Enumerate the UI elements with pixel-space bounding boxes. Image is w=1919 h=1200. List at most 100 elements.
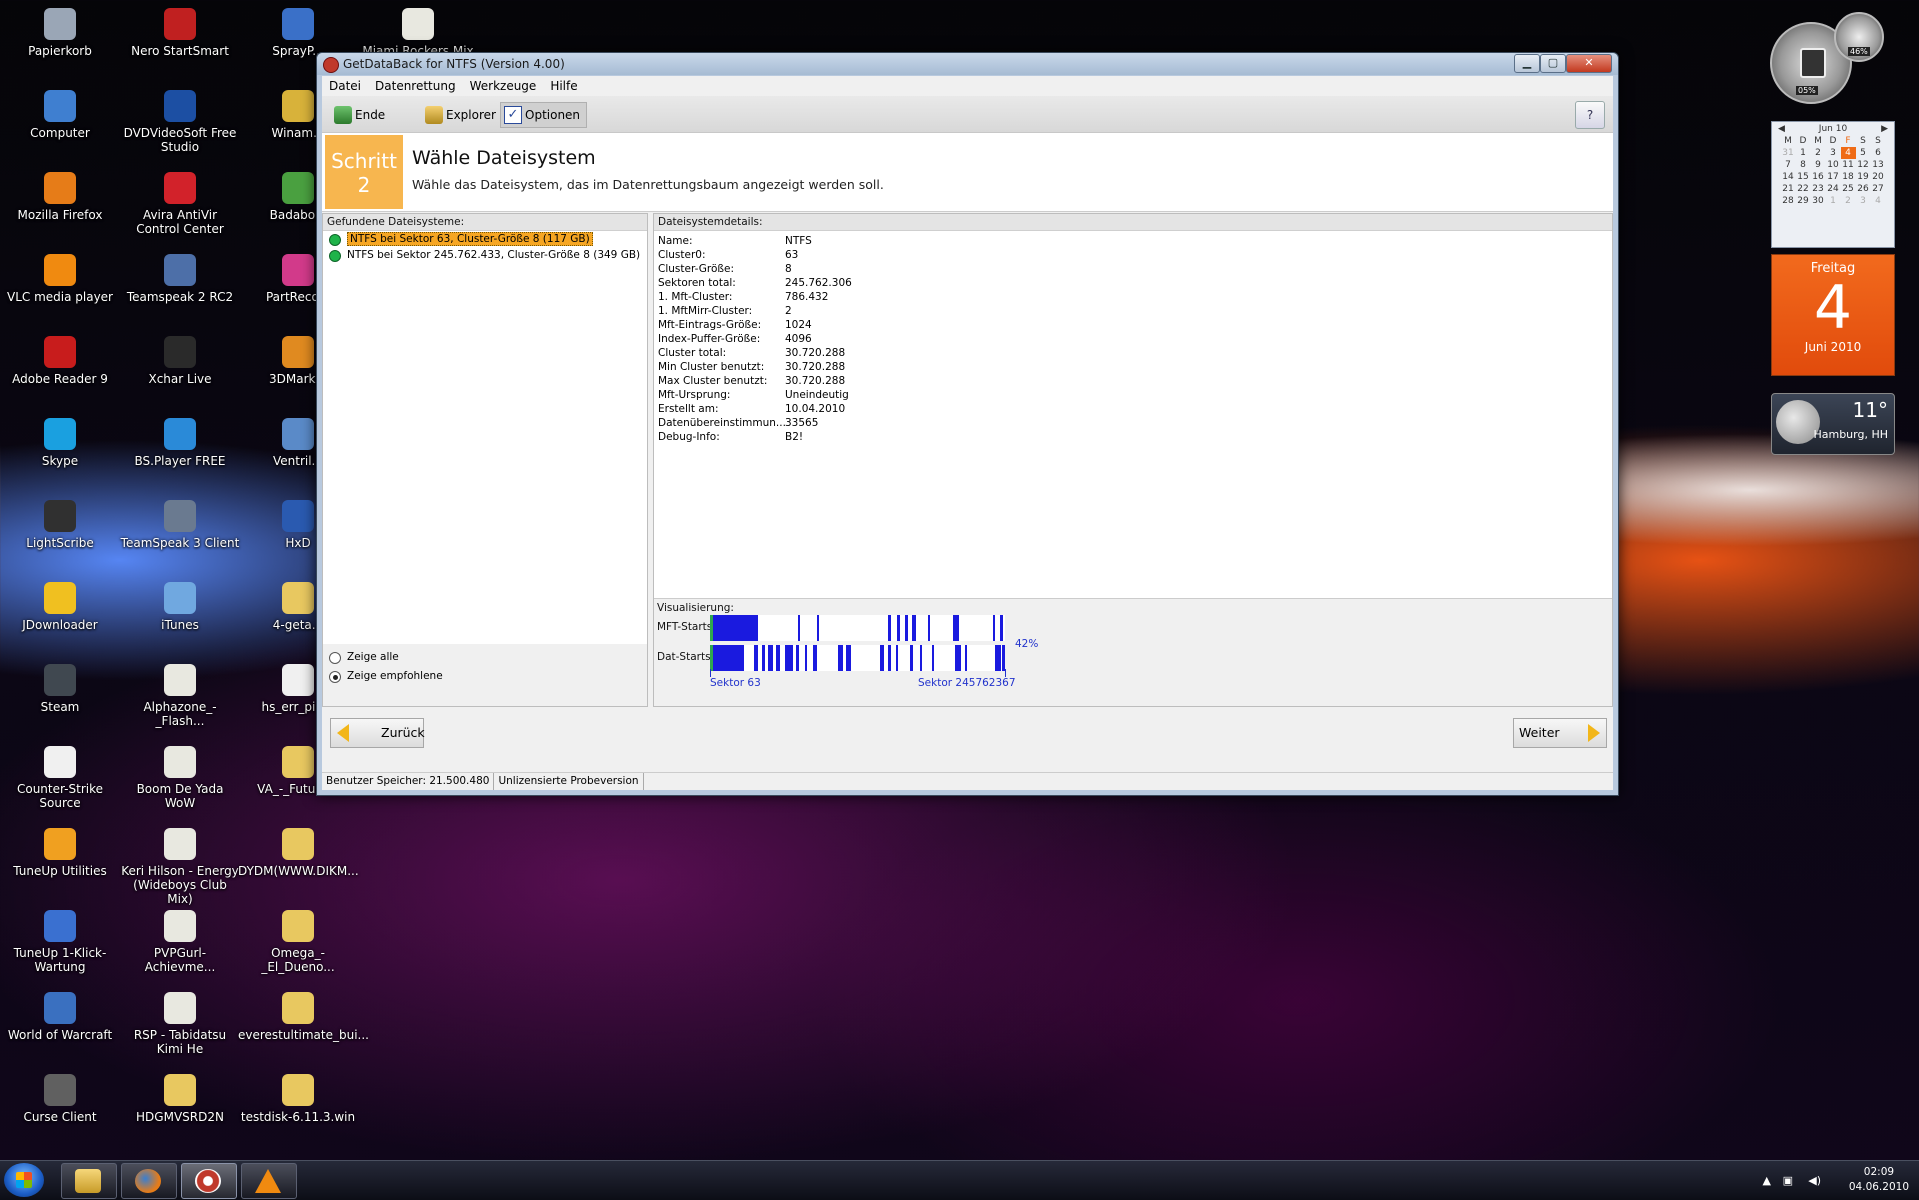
calendar-day[interactable]: 18 [1841,171,1856,183]
calendar-day[interactable]: 2 [1841,195,1856,207]
title-bar[interactable]: GetDataBack for NTFS (Version 4.00) ▁ ▢ … [317,53,1618,75]
desktop-icon[interactable]: SprayP... [238,4,358,58]
desktop-icon[interactable]: Curse Client [0,1070,120,1124]
taskbar-vlc[interactable] [241,1163,297,1199]
calendar-day[interactable]: 17 [1826,171,1841,183]
show-recommended-radio[interactable]: Zeige empfohlene [323,667,647,686]
calendar-day[interactable]: 20 [1871,171,1886,183]
calendar-day[interactable]: 14 [1781,171,1796,183]
desktop-icon[interactable]: Mozilla Firefox [0,168,120,222]
desktop-icon[interactable]: Alphazone_-_Flash... [120,660,240,728]
calendar-day[interactable]: 24 [1826,183,1841,195]
calendar-day[interactable]: 11 [1841,159,1856,171]
desktop-icon[interactable]: DVDVideoSoft Free Studio [120,86,240,154]
filesystem-item[interactable]: NTFS bei Sektor 245.762.433, Cluster-Grö… [323,247,647,263]
desktop-icon[interactable]: HDGMVSRD2N [120,1070,240,1124]
taskbar-firefox[interactable] [121,1163,177,1199]
desktop-icon[interactable]: Steam [0,660,120,714]
show-all-radio[interactable]: Zeige alle [323,648,647,667]
menu-hilfe[interactable]: Hilfe [543,76,584,96]
next-month-icon[interactable]: ▶ [1881,124,1888,134]
calendar-day[interactable]: 13 [1871,159,1886,171]
network-icon[interactable]: ▣ [1783,1174,1793,1187]
volume-icon[interactable]: ◀) [1808,1174,1821,1187]
desktop-icon[interactable]: Avira AntiVir Control Center [120,168,240,236]
calendar-day[interactable]: 4 [1840,147,1856,159]
calendar-day[interactable]: 16 [1811,171,1826,183]
desktop-icon[interactable]: Papierkorb [0,4,120,58]
minimize-button[interactable]: ▁ [1514,54,1540,73]
exit-button[interactable]: Ende [330,102,392,128]
calendar-day[interactable]: 29 [1796,195,1811,207]
calendar-day[interactable]: 22 [1796,183,1811,195]
calendar-day[interactable]: 31 [1781,147,1796,159]
desktop-icon[interactable]: Keri Hilson - Energy (Wideboys Club Mix) [120,824,240,906]
calendar-day[interactable]: 19 [1856,171,1871,183]
calendar-day[interactable]: 1 [1796,147,1811,159]
desktop-icon[interactable]: Computer [0,86,120,140]
taskbar-explorer[interactable] [61,1163,117,1199]
calendar-day[interactable]: 21 [1781,183,1796,195]
desktop-icon[interactable]: DYDM(WWW.DIKM... [238,824,359,878]
desktop-icon[interactable]: TuneUp Utilities [0,824,120,878]
calendar-day[interactable]: 12 [1856,159,1871,171]
calendar-day[interactable]: 25 [1841,183,1856,195]
calendar-day[interactable]: 9 [1811,159,1826,171]
help-button[interactable]: ? [1575,101,1605,129]
desktop-icon[interactable]: World of Warcraft [0,988,120,1042]
desktop-icon[interactable]: Xchar Live [120,332,240,386]
desktop-icon[interactable]: VLC media player [0,250,120,304]
filesystem-item[interactable]: NTFS bei Sektor 63, Cluster-Größe 8 (117… [323,231,647,247]
back-button[interactable]: Zurück [330,718,425,748]
desktop-icon[interactable]: Counter-Strike Source [0,742,120,810]
calendar-day[interactable]: 15 [1796,171,1811,183]
calendar-day[interactable]: 28 [1781,195,1796,207]
options-button[interactable]: ✓ Optionen [500,102,588,128]
memory-meter-gadget[interactable]: 46% [1834,12,1884,62]
calendar-day[interactable]: 7 [1781,159,1796,171]
calendar-day[interactable]: 3 [1826,147,1841,159]
desktop-icon[interactable]: testdisk-6.11.3.win [238,1070,358,1124]
desktop-icon[interactable]: Teamspeak 2 RC2 [120,250,240,304]
desktop-icon[interactable]: PVPGurl-Achievme... [120,906,240,974]
desktop-icon[interactable]: TuneUp 1-Klick-Wartung [0,906,120,974]
taskbar-getdataback[interactable] [181,1163,237,1199]
calendar-day[interactable]: 5 [1856,147,1871,159]
desktop-icon[interactable]: Nero StartSmart [120,4,240,58]
calendar-day[interactable]: 2 [1811,147,1826,159]
prev-month-icon[interactable]: ◀ [1778,124,1785,134]
desktop-icon[interactable]: everestultimate_bui... [238,988,369,1042]
calendar-day[interactable]: 27 [1871,183,1886,195]
clock[interactable]: 02:09 04.06.2010 [1849,1165,1909,1195]
start-button[interactable] [4,1163,44,1197]
desktop-icon[interactable]: BS.Player FREE [120,414,240,468]
desktop-icon[interactable]: Skype [0,414,120,468]
calendar-day[interactable]: 3 [1856,195,1871,207]
calendar-day[interactable]: 6 [1871,147,1886,159]
desktop-icon[interactable]: Adobe Reader 9 [0,332,120,386]
calendar-day[interactable]: 1 [1826,195,1841,207]
desktop-icon[interactable]: TeamSpeak 3 Client [120,496,240,550]
menu-werkzeuge[interactable]: Werkzeuge [463,76,544,96]
next-button[interactable]: Weiter [1513,718,1607,748]
date-gadget[interactable]: Freitag 4 Juni 2010 [1771,254,1895,376]
calendar-day[interactable]: 4 [1871,195,1886,207]
menu-datei[interactable]: Datei [322,76,368,96]
calendar-day[interactable]: 26 [1856,183,1871,195]
calendar-gadget[interactable]: ◀ Jun 10 ▶ MDMDFSS 31 1 2 3 4 5 6 7 8 9 10 11 12 13 14 15… [1771,121,1895,248]
desktop-icon[interactable]: LightScribe [0,496,120,550]
desktop-icon[interactable]: Miami Rockers Mix [358,4,478,58]
calendar-day[interactable]: 30 [1811,195,1826,207]
tray-expand-icon[interactable]: ▲ [1763,1174,1771,1187]
desktop-icon[interactable]: Boom De Yada WoW [120,742,240,810]
calendar-day[interactable]: 8 [1796,159,1811,171]
menu-datenrettung[interactable]: Datenrettung [368,76,463,96]
desktop-icon[interactable]: RSP - Tabidatsu Kimi He [120,988,240,1056]
weather-gadget[interactable]: 11° Hamburg, HH [1771,393,1895,455]
desktop-icon[interactable]: iTunes [120,578,240,632]
calendar-day[interactable]: 23 [1811,183,1826,195]
explorer-button[interactable]: Explorer [421,102,503,128]
desktop-icon[interactable]: JDownloader [0,578,120,632]
close-button[interactable]: ✕ [1566,54,1612,73]
getdataback-window[interactable]: GetDataBack for NTFS (Version 4.00) ▁ ▢ … [316,52,1619,796]
